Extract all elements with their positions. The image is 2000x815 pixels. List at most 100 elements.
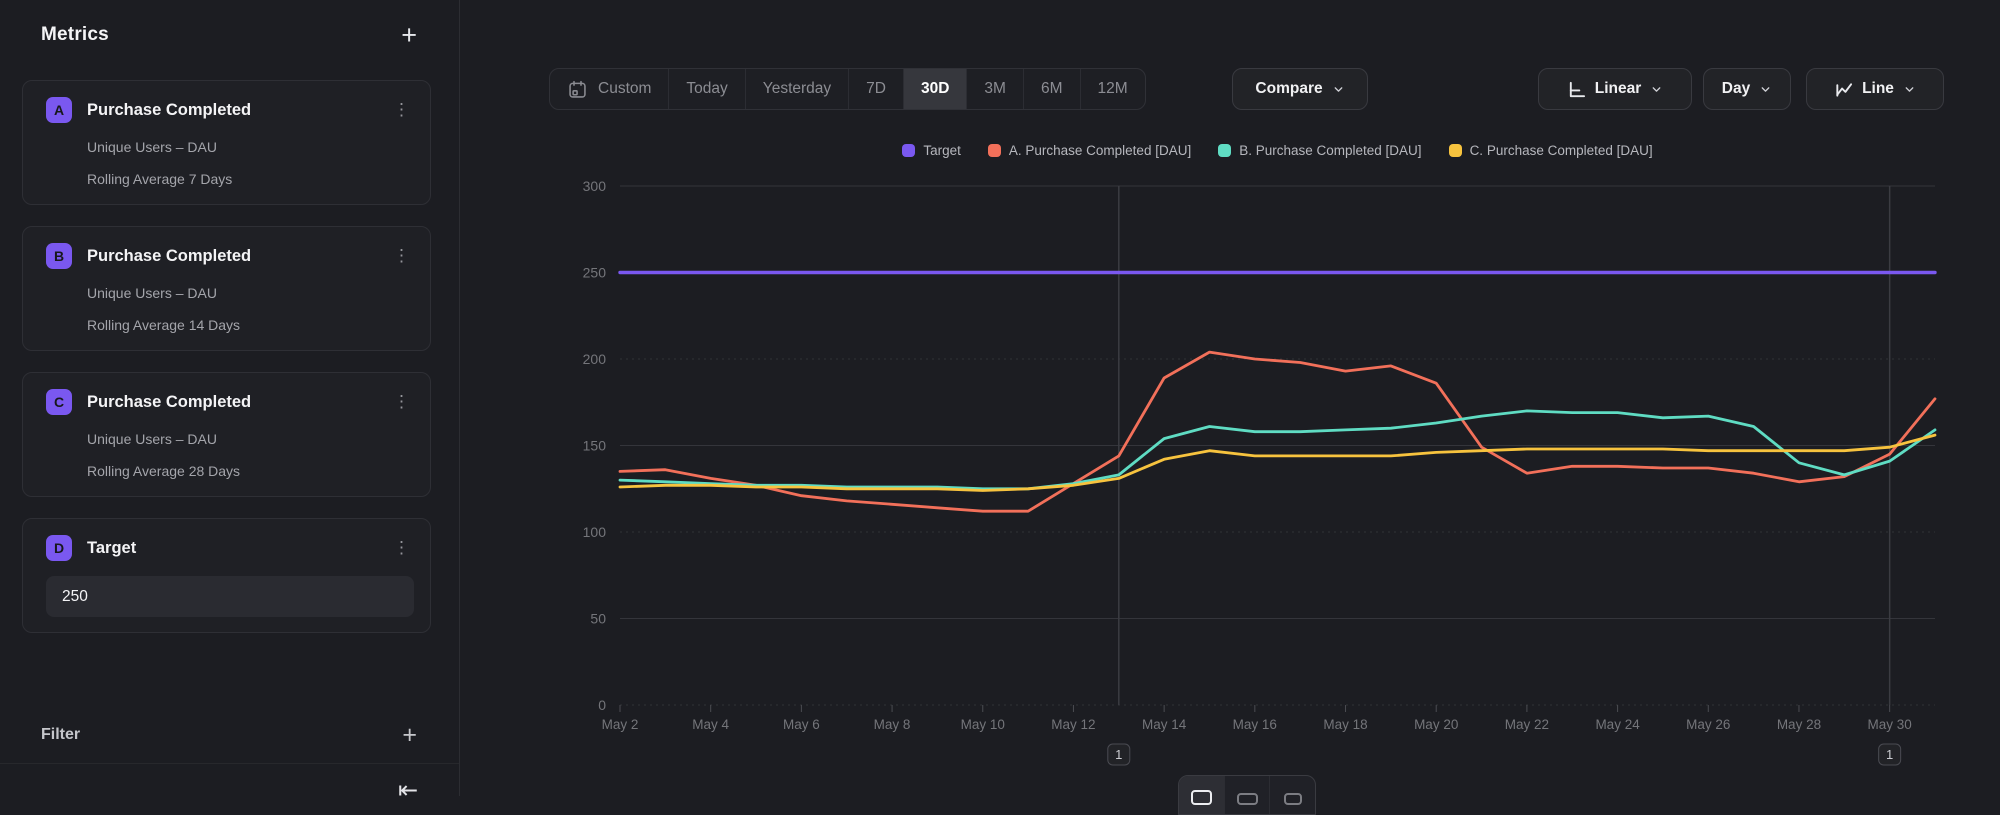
chevron-down-icon bbox=[1759, 83, 1772, 96]
metric-card-b[interactable]: BPurchase Completed⋮Unique Users – DAURo… bbox=[22, 226, 431, 351]
date-range-today[interactable]: Today bbox=[669, 69, 745, 109]
legend-item-3[interactable]: C. Purchase Completed [DAU] bbox=[1449, 143, 1653, 158]
y-axis-label-100: 100 bbox=[583, 524, 607, 540]
y-axis-label-250: 250 bbox=[583, 265, 607, 281]
line-chart-icon bbox=[1834, 80, 1853, 99]
metric-card-header: B Purchase Completed⋮ bbox=[46, 243, 414, 269]
add-metric-button[interactable]: + bbox=[401, 25, 417, 45]
add-filter-button[interactable]: + bbox=[402, 725, 417, 745]
chevron-down-icon bbox=[1332, 83, 1345, 96]
legend-swatch bbox=[1218, 144, 1231, 157]
metric-transform: Rolling Average 14 Days bbox=[87, 315, 414, 335]
date-range-30d[interactable]: 30D bbox=[904, 69, 967, 109]
target-title: Target bbox=[87, 539, 389, 558]
date-range-yesterday[interactable]: Yesterday bbox=[746, 69, 849, 109]
target-options-button[interactable]: ⋮ bbox=[389, 540, 414, 556]
calendar-icon bbox=[567, 79, 588, 100]
x-axis-label-may-20: May 20 bbox=[1414, 717, 1458, 732]
chart-size-small-icon bbox=[1284, 793, 1302, 805]
target-card[interactable]: D Target⋮ bbox=[22, 518, 431, 633]
scale-select-button[interactable]: Linear bbox=[1538, 68, 1692, 110]
metric-card-header: A Purchase Completed⋮ bbox=[46, 97, 414, 123]
chart-size-medium-button[interactable] bbox=[1225, 776, 1271, 814]
filter-section: Filter + bbox=[41, 725, 417, 745]
metric-transform: Rolling Average 7 Days bbox=[87, 169, 414, 189]
legend-item-2[interactable]: B. Purchase Completed [DAU] bbox=[1218, 143, 1421, 158]
metrics-line-chart[interactable]: 050100150200250300May 2May 4May 6May 8Ma… bbox=[560, 170, 1960, 796]
chart-type-label: Line bbox=[1862, 80, 1894, 98]
metric-letter-badge: C bbox=[46, 389, 72, 415]
legend-label: A. Purchase Completed [DAU] bbox=[1009, 143, 1191, 158]
metric-card-header: C Purchase Completed⋮ bbox=[46, 389, 414, 415]
collapse-sidebar-button[interactable]: ⇤ bbox=[398, 776, 418, 805]
linear-scale-icon bbox=[1567, 80, 1586, 99]
x-axis-label-may-6: May 6 bbox=[783, 717, 820, 732]
date-range-12m[interactable]: 12M bbox=[1081, 69, 1145, 109]
x-axis-label-may-2: May 2 bbox=[602, 717, 639, 732]
legend-item-1[interactable]: A. Purchase Completed [DAU] bbox=[988, 143, 1191, 158]
x-axis-label-may-30: May 30 bbox=[1868, 717, 1912, 732]
chart-size-medium-icon bbox=[1237, 793, 1258, 805]
metric-letter-badge: B bbox=[46, 243, 72, 269]
x-axis-label-may-14: May 14 bbox=[1142, 717, 1187, 732]
metric-options-button[interactable]: ⋮ bbox=[389, 102, 414, 118]
metric-transform: Rolling Average 28 Days bbox=[87, 461, 414, 481]
y-axis-label-150: 150 bbox=[583, 438, 607, 454]
legend-label: Target bbox=[923, 143, 961, 158]
annotation-badge-label: 1 bbox=[1115, 747, 1122, 762]
metric-letter-badge: D bbox=[46, 535, 72, 561]
x-axis-label-may-16: May 16 bbox=[1233, 717, 1277, 732]
date-range-label: Today bbox=[686, 80, 727, 98]
x-axis-label-may-26: May 26 bbox=[1686, 717, 1730, 732]
metric-title: Purchase Completed bbox=[87, 101, 389, 120]
interval-select-button[interactable]: Day bbox=[1703, 68, 1791, 110]
y-axis-label-200: 200 bbox=[583, 351, 607, 367]
legend-item-0[interactable]: Target bbox=[902, 143, 961, 158]
x-axis-label-may-22: May 22 bbox=[1505, 717, 1549, 732]
date-range-7d[interactable]: 7D bbox=[849, 69, 904, 109]
date-range-label: 12M bbox=[1098, 80, 1128, 98]
y-axis-label-0: 0 bbox=[598, 697, 606, 713]
legend-swatch bbox=[988, 144, 1001, 157]
date-range-6m[interactable]: 6M bbox=[1024, 69, 1081, 109]
metric-measurement: Unique Users – DAU bbox=[87, 429, 414, 449]
compare-button[interactable]: Compare bbox=[1232, 68, 1368, 110]
chart-size-large-button[interactable] bbox=[1179, 776, 1225, 814]
date-range-custom[interactable]: Custom bbox=[550, 69, 669, 109]
x-axis-label-may-28: May 28 bbox=[1777, 717, 1821, 732]
x-axis-label-may-8: May 8 bbox=[874, 717, 911, 732]
chart-size-small-button[interactable] bbox=[1270, 776, 1315, 814]
date-range-label: 3M bbox=[984, 80, 1006, 98]
metric-options-button[interactable]: ⋮ bbox=[389, 248, 414, 264]
metrics-sidebar: Metrics + APurchase Completed⋮Unique Use… bbox=[0, 0, 460, 796]
metric-card-c[interactable]: C Purchase Completed⋮ Unique Users – DAU Ro… bbox=[22, 372, 431, 497]
legend-label: C. Purchase Completed [DAU] bbox=[1470, 143, 1653, 158]
metrics-title: Metrics bbox=[41, 24, 109, 46]
date-range-label: Custom bbox=[598, 80, 651, 98]
date-range-control: Custom Today Yesterday 7D 30D 3M 6M 12M bbox=[549, 68, 1146, 110]
chevron-down-icon bbox=[1650, 83, 1663, 96]
x-axis-label-may-10: May 10 bbox=[961, 717, 1005, 732]
date-range-3m[interactable]: 3M bbox=[967, 69, 1024, 109]
metric-letter-badge: A bbox=[46, 97, 72, 123]
legend-label: B. Purchase Completed [DAU] bbox=[1239, 143, 1421, 158]
metric-measurement: Unique Users – DAU bbox=[87, 137, 414, 157]
series-line-c-purchase-completed-dau[interactable] bbox=[620, 435, 1935, 490]
target-value-input[interactable] bbox=[46, 576, 414, 617]
metric-options-button[interactable]: ⋮ bbox=[389, 394, 414, 410]
chevron-down-icon bbox=[1903, 83, 1916, 96]
scale-label: Linear bbox=[1595, 80, 1642, 98]
metric-title: Purchase Completed bbox=[87, 393, 389, 412]
y-axis-label-300: 300 bbox=[583, 178, 607, 194]
x-axis-label-may-24: May 24 bbox=[1595, 717, 1640, 732]
chart-type-select-button[interactable]: Line bbox=[1806, 68, 1944, 110]
date-range-label: 30D bbox=[921, 80, 949, 98]
sidebar-divider bbox=[0, 763, 459, 764]
legend-swatch bbox=[902, 144, 915, 157]
date-range-label: 7D bbox=[866, 80, 886, 98]
x-axis-label-may-18: May 18 bbox=[1323, 717, 1367, 732]
metric-card-a[interactable]: A Purchase Completed⋮ Unique Users – DAU Ro… bbox=[22, 80, 431, 205]
x-axis-label-may-4: May 4 bbox=[692, 717, 729, 732]
annotation-badge-label: 1 bbox=[1886, 747, 1893, 762]
metric-title: Purchase Completed bbox=[87, 247, 389, 266]
